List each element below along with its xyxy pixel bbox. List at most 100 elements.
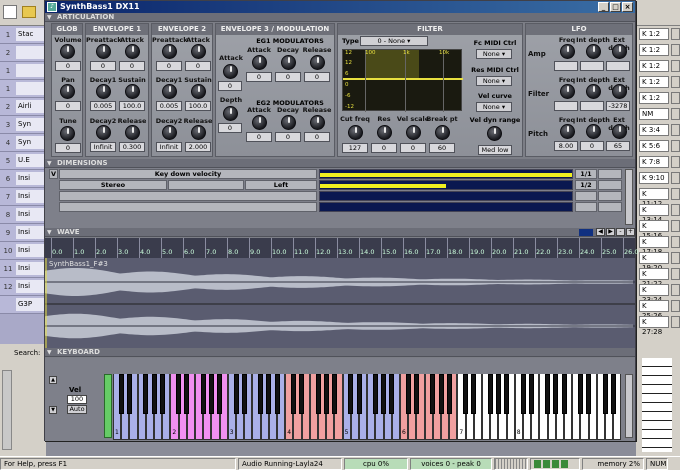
filter-knob[interactable] <box>348 125 363 140</box>
channel-value[interactable]: K 11:12 <box>639 188 669 208</box>
volume-knob[interactable] <box>60 44 75 59</box>
lfo-value[interactable] <box>580 101 604 111</box>
eg-mod-value[interactable]: 0 <box>246 72 272 82</box>
channel-value[interactable]: K 15:16 <box>639 220 669 240</box>
wave-zoom-in-button[interactable]: + <box>626 228 635 236</box>
env1-knob[interactable] <box>96 125 111 140</box>
channel-value[interactable]: K 1:2 <box>639 28 669 40</box>
black-key[interactable] <box>372 374 378 414</box>
velocity-range-bar[interactable] <box>319 191 573 201</box>
channel-dropdown[interactable] <box>670 156 680 168</box>
wave-zoom-out-button[interactable]: - <box>616 228 625 236</box>
keyboard-scrollbar[interactable] <box>625 374 633 438</box>
env2-knob[interactable] <box>191 84 206 99</box>
track-name[interactable]: Insi <box>16 208 44 221</box>
dimensions-scrollbar[interactable] <box>625 169 633 225</box>
black-key[interactable] <box>438 374 444 414</box>
env1-knob[interactable] <box>125 125 140 140</box>
black-key[interactable] <box>159 374 165 414</box>
lfo-knob[interactable] <box>612 84 627 99</box>
black-key[interactable] <box>577 374 583 414</box>
env2-knob[interactable] <box>162 84 177 99</box>
black-key[interactable] <box>258 374 264 414</box>
lfo-value[interactable]: 8.00 <box>554 141 578 151</box>
lfo-value[interactable]: -3278 <box>606 101 630 111</box>
channel-value[interactable]: K 3:4 <box>639 124 669 136</box>
env2-value[interactable]: 100.0 <box>185 101 211 111</box>
dimensions-header[interactable]: DIMENSIONS <box>45 159 635 168</box>
env1-knob[interactable] <box>96 44 111 59</box>
track-row[interactable]: 8 Insi <box>0 206 46 224</box>
black-key[interactable] <box>602 374 608 414</box>
env1-value[interactable]: 0 <box>90 61 116 71</box>
track-row[interactable]: 4 Syn <box>0 134 46 152</box>
pan-value[interactable]: 0 <box>55 101 81 111</box>
filter-knob[interactable] <box>406 125 421 140</box>
eg-mod-knob[interactable] <box>281 55 296 70</box>
black-key[interactable] <box>208 374 214 414</box>
velocity-range-bar[interactable] <box>319 180 573 190</box>
black-key[interactable] <box>184 374 190 414</box>
keyboard-header[interactable]: KEYBOARD <box>45 348 635 357</box>
eg-mod-value[interactable]: 0 <box>304 72 330 82</box>
new-file-icon[interactable] <box>3 5 17 19</box>
env1-knob[interactable] <box>96 84 111 99</box>
track-name[interactable]: Insi <box>16 172 44 185</box>
dim-empty-cell[interactable] <box>168 180 244 190</box>
track-row[interactable]: 6 Insi <box>0 170 46 188</box>
channel-dropdown[interactable] <box>670 268 680 280</box>
black-key[interactable] <box>495 374 501 414</box>
eg-mod-value[interactable]: 0 <box>246 132 272 142</box>
env3-attack-value[interactable]: 0 <box>218 81 242 91</box>
track-row[interactable]: 12 Insi <box>0 278 46 296</box>
channel-value[interactable]: K 25:26 <box>639 300 669 320</box>
channel-value[interactable]: K 19:20 <box>639 252 669 272</box>
octave-up-button[interactable]: ▲ <box>49 376 57 384</box>
env1-value[interactable]: 0 <box>119 61 145 71</box>
velocity-range-bar[interactable] <box>319 202 573 212</box>
lfo-value[interactable] <box>580 61 604 71</box>
lfo-knob[interactable] <box>586 84 601 99</box>
track-row[interactable]: 11 Insi <box>0 260 46 278</box>
channel-dropdown[interactable] <box>670 172 680 184</box>
channel-value[interactable]: K 1:2 <box>639 60 669 72</box>
filter-knob[interactable] <box>377 125 392 140</box>
black-key[interactable] <box>274 374 280 414</box>
lfo-value[interactable] <box>554 61 578 71</box>
env1-value[interactable]: 100.0 <box>119 101 145 111</box>
minimize-button[interactable]: _ <box>598 2 609 12</box>
channel-dropdown[interactable] <box>670 44 680 56</box>
black-key[interactable] <box>610 374 616 414</box>
track-name[interactable]: Airli <box>16 100 44 113</box>
env2-value[interactable]: 2.000 <box>185 142 211 152</box>
env2-knob[interactable] <box>191 44 206 59</box>
channel-value[interactable]: K 7:8 <box>639 156 669 168</box>
black-key[interactable] <box>290 374 296 414</box>
black-key[interactable] <box>487 374 493 414</box>
eg-mod-value[interactable]: 0 <box>304 132 330 142</box>
track-name[interactable]: Insi <box>16 262 44 275</box>
black-key[interactable] <box>520 374 526 414</box>
black-key[interactable] <box>200 374 206 414</box>
black-key[interactable] <box>176 374 182 414</box>
track-name[interactable]: Insi <box>16 190 44 203</box>
dim-empty-cell[interactable] <box>59 191 317 201</box>
track-name[interactable]: Syn <box>16 118 44 131</box>
left-cell[interactable]: Left <box>245 180 317 190</box>
channel-dropdown[interactable] <box>670 92 680 104</box>
track-row[interactable]: 7 Insi <box>0 188 46 206</box>
eg-mod-knob[interactable] <box>310 55 325 70</box>
black-key[interactable] <box>463 374 469 414</box>
vel-curve-dropdown[interactable]: None ▾ <box>476 102 512 112</box>
env3-depth-value[interactable]: 0 <box>218 123 242 133</box>
filter-type-dropdown[interactable]: 0 - None ▾ <box>360 36 428 46</box>
channel-value[interactable]: K 27:28 <box>639 316 669 336</box>
channel-dropdown[interactable] <box>670 28 680 40</box>
channel-value[interactable]: K 1:2 <box>639 76 669 88</box>
track-row[interactable]: 2 Airli <box>0 98 46 116</box>
eg-mod-knob[interactable] <box>252 115 267 130</box>
env2-value[interactable]: Infinit <box>156 142 182 152</box>
pan-knob[interactable] <box>60 84 75 99</box>
black-key[interactable] <box>315 374 321 414</box>
channel-value[interactable]: K 1:2 <box>639 44 669 56</box>
